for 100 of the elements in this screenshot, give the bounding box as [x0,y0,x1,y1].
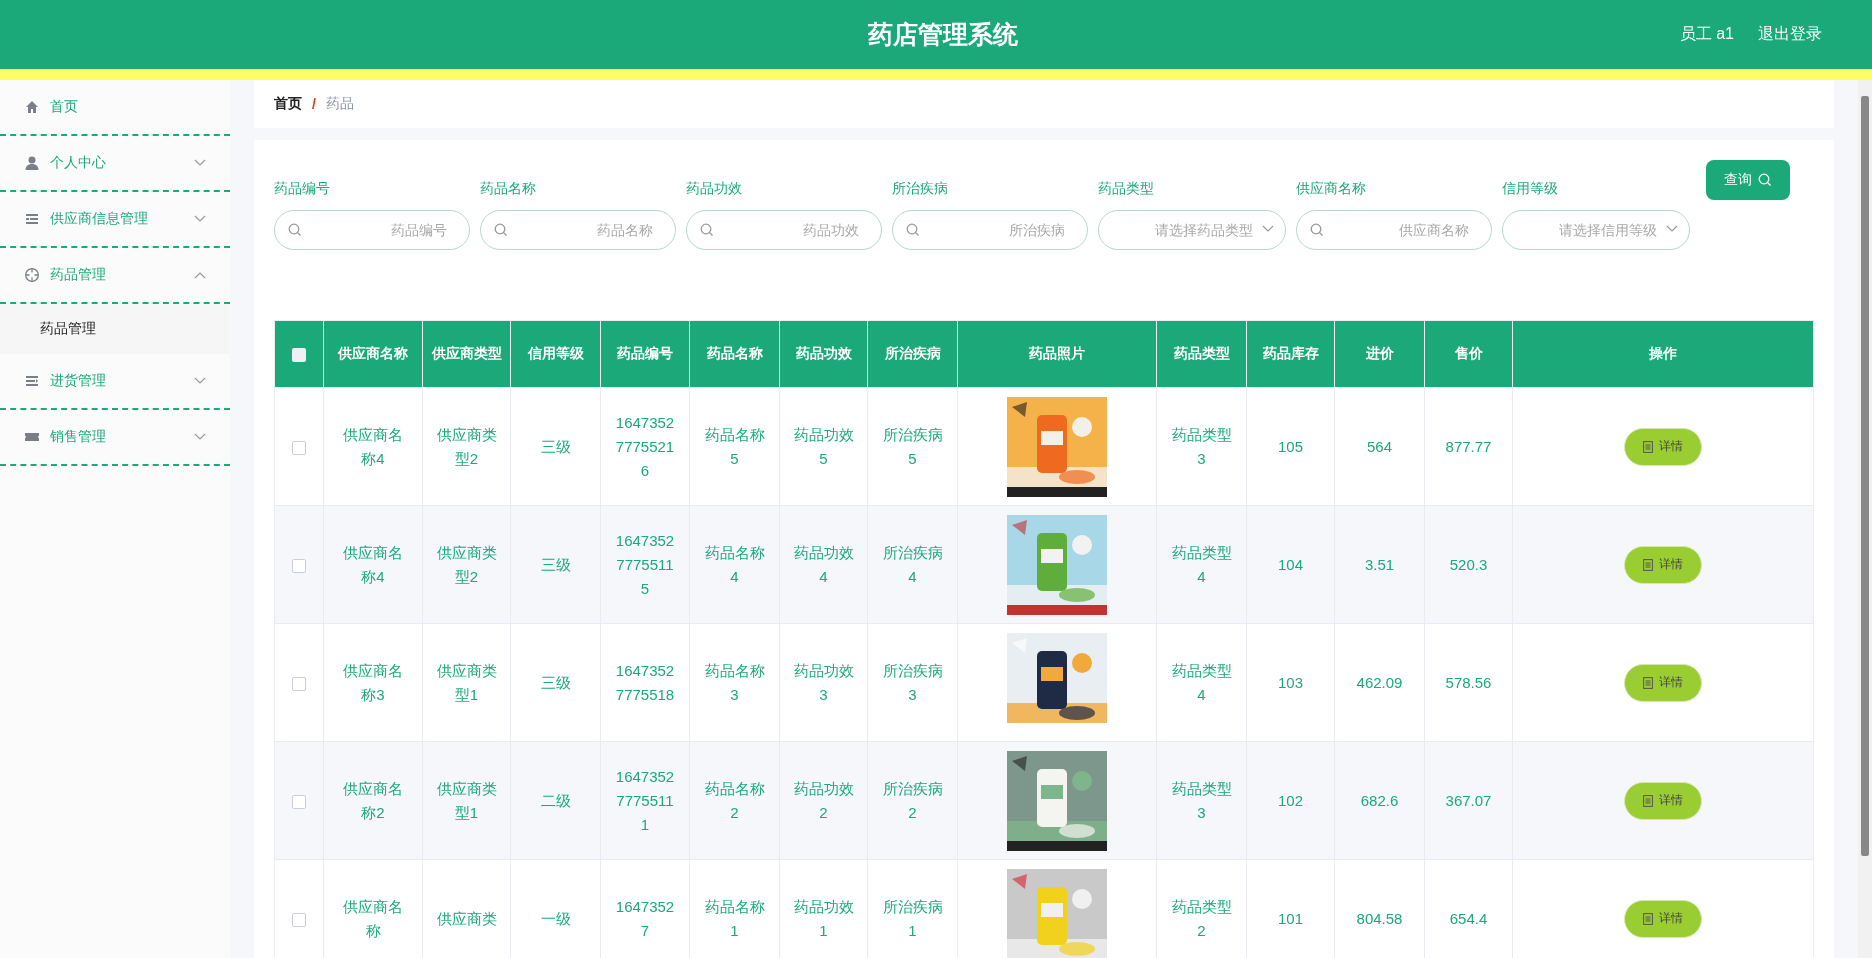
detail-button[interactable]: 详情 [1624,663,1702,702]
column-header: 药品照片 [957,320,1157,388]
table-cell: 所治疾病2 [867,741,958,860]
column-header: 所治疾病 [867,320,958,388]
select-all-checkbox[interactable] [292,348,306,363]
field-label: 所治疾病 [892,180,949,198]
list-icon [24,211,40,227]
table-cell: 二级 [510,741,601,860]
table-cell: 105 [1246,387,1335,506]
column-header: 药品编号 [600,320,690,388]
row-checkbox[interactable] [292,676,306,691]
document-icon [1643,440,1653,453]
table-cell: 164735277755115 [600,505,690,624]
field-label: 供应商名称 [1296,180,1367,198]
search-icon [494,223,508,237]
table-cell: 供应商类型2 [422,387,511,506]
select-field[interactable]: 请选择药品类型 [1098,210,1286,250]
scrollbar[interactable] [1858,80,1872,958]
chevron-down-icon [1666,225,1678,233]
search-field[interactable]: 所治疾病 [892,210,1088,250]
search-field[interactable]: 药品功效 [686,210,882,250]
column-header: 药品类型 [1156,320,1247,388]
chevron-down-icon [194,159,206,167]
search-icon [700,223,714,237]
table-cell: 三级 [510,623,601,742]
list-icon [24,373,40,389]
select-field[interactable]: 请选择信用等级 [1502,210,1690,250]
detail-button[interactable]: 详情 [1624,545,1702,584]
document-icon [1643,558,1653,571]
detail-button[interactable]: 详情 [1624,781,1702,820]
search-icon [906,223,920,237]
table-cell: 药品功效4 [779,505,868,624]
table-cell: 药品类型3 [1156,387,1247,506]
table-cell: 三级 [510,387,601,506]
table-cell: 药品名称3 [689,623,780,742]
table-cell: 16473527775518 [600,623,690,742]
table-cell: 药品名称5 [689,387,780,506]
row-checkbox[interactable] [292,558,306,573]
table-cell: 所治疾病5 [867,387,958,506]
menu-item[interactable]: 个人中心 [0,136,230,192]
column-header: 药品库存 [1246,320,1335,388]
table-cell: 682.6 [1334,741,1425,860]
breadcrumb-separator: / [312,96,316,112]
table-cell: 104 [1246,505,1335,624]
table-cell: 药品名称4 [689,505,780,624]
table-cell: 164735277755111 [600,741,690,860]
table-cell: 供应商类型1 [422,623,511,742]
search-field[interactable]: 供应商名称 [1296,210,1492,250]
app-title: 药店管理系统 [866,19,1019,50]
menu-item[interactable]: 供应商信息管理 [0,192,230,248]
column-header: 药品功效 [779,320,868,388]
table-cell: 所治疾病3 [867,623,958,742]
table-cell: 药品类型4 [1156,505,1247,624]
row-checkbox[interactable] [292,794,306,809]
detail-button[interactable]: 详情 [1624,899,1702,938]
chevron-down-icon [194,377,206,385]
home-icon [24,99,40,115]
menu-item[interactable]: 销售管理 [0,410,230,466]
table-cell: 供应商名称4 [323,387,423,506]
chevron-down-icon [194,215,206,223]
table-cell: 药品类型4 [1156,623,1247,742]
document-icon [1643,676,1653,689]
search-icon [288,223,302,237]
search-icon [1310,223,1324,237]
user-icon [24,155,40,171]
column-header: 药品名称 [689,320,780,388]
column-header: 售价 [1424,320,1513,388]
table-cell: 药品功效5 [779,387,868,506]
user-name: 员工 a1 [1679,24,1734,44]
table-cell: 药品功效3 [779,623,868,742]
menu-item[interactable]: 进货管理 [0,354,230,410]
logout-link[interactable]: 退出登录 [1758,24,1822,45]
search-button[interactable]: 查询 [1706,160,1790,200]
column-header: 操作 [1512,320,1814,388]
table-cell: 三级 [510,505,601,624]
chevron-down-icon [1262,225,1274,233]
table-cell: 供应商名称3 [323,623,423,742]
table-cell: 877.77 [1424,387,1513,506]
search-field[interactable]: 药品名称 [480,210,676,250]
table-cell: 164735277755216 [600,387,690,506]
search-field[interactable]: 药品编号 [274,210,470,250]
field-label: 信用等级 [1502,180,1559,198]
table-cell: 3.51 [1334,505,1425,624]
row-checkbox[interactable] [292,912,306,927]
crosshair-icon [24,267,40,283]
document-icon [1643,912,1653,925]
row-checkbox[interactable] [292,440,306,455]
document-icon [1643,794,1653,807]
menu-item[interactable]: 首页 [0,80,230,136]
field-label: 药品类型 [1098,180,1155,198]
table-cell: 供应商名称2 [323,741,423,860]
column-header: 供应商名称 [323,320,423,388]
submenu-item[interactable]: 药品管理 [0,304,230,354]
breadcrumb-current: 药品 [325,95,354,113]
detail-button[interactable]: 详情 [1624,427,1702,466]
table-cell: 564 [1334,387,1425,506]
breadcrumb-link[interactable]: 首页 [274,95,302,113]
table-cell: 520.3 [1424,505,1513,624]
table-cell: 所治疾病4 [867,505,958,624]
table-cell: 462.09 [1334,623,1425,742]
